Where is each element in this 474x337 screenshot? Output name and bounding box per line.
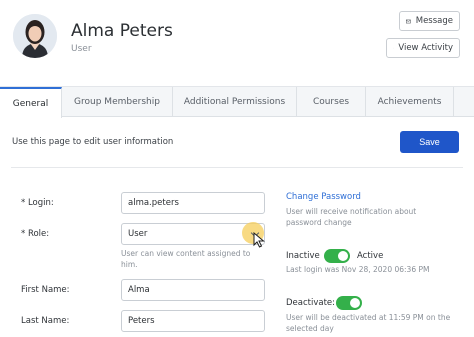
message-label: Message bbox=[415, 16, 453, 26]
save-button[interactable]: Save bbox=[400, 131, 459, 153]
tab-label: General bbox=[12, 98, 49, 109]
inactive-label: Inactive bbox=[286, 251, 320, 261]
last-name-label: Last Name: bbox=[21, 316, 70, 326]
tab-courses[interactable]: Courses bbox=[297, 87, 366, 117]
last-login-text: Last login was Nov 28, 2020 06:36 PM bbox=[286, 265, 430, 274]
deactivate-label: Deactivate: bbox=[286, 298, 336, 308]
tab-achievements[interactable]: Achievements bbox=[366, 87, 454, 117]
tab-group-membership[interactable]: Group Membership bbox=[62, 87, 173, 117]
first-name-label: First Name: bbox=[21, 285, 70, 295]
tab-bar: General Group Membership Additional Perm… bbox=[0, 86, 474, 118]
tab-label: Additional Permissions bbox=[183, 97, 286, 107]
active-toggle[interactable] bbox=[324, 249, 350, 263]
user-role: User bbox=[71, 44, 92, 54]
mouse-cursor-icon bbox=[253, 232, 265, 248]
last-name-field[interactable]: Peters bbox=[121, 310, 265, 332]
first-name-field[interactable]: Alma bbox=[121, 279, 265, 301]
login-label: * Login: bbox=[21, 198, 54, 208]
deactivate-toggle[interactable] bbox=[336, 296, 362, 310]
login-field[interactable]: alma.peters bbox=[121, 192, 265, 214]
tab-label: Achievements bbox=[377, 97, 442, 107]
deactivate-note: User will be deactivated at 11:59 PM on … bbox=[286, 313, 451, 333]
change-password-link[interactable]: Change Password bbox=[286, 192, 361, 202]
password-note: User will receive notification about pas… bbox=[286, 207, 417, 227]
view-activity-button[interactable]: View Activity bbox=[386, 38, 460, 58]
active-label: Active bbox=[357, 251, 384, 261]
tab-label: Courses bbox=[312, 97, 350, 107]
divider bbox=[11, 167, 463, 168]
envelope-icon bbox=[406, 19, 411, 23]
role-label: * Role: bbox=[21, 229, 50, 239]
tab-additional-permissions[interactable]: Additional Permissions bbox=[173, 87, 297, 117]
tab-general[interactable]: General bbox=[0, 87, 62, 118]
avatar bbox=[13, 14, 57, 58]
user-photo bbox=[13, 14, 57, 58]
tab-label: Group Membership bbox=[74, 97, 160, 107]
page-intro: Use this page to edit user information bbox=[12, 137, 174, 147]
role-helper-text: User can view content assigned to him. bbox=[121, 249, 251, 269]
profile-header: Alma Peters User Message View Activity bbox=[0, 0, 474, 85]
view-activity-label: View Activity bbox=[398, 43, 453, 53]
message-button[interactable]: Message bbox=[399, 11, 460, 31]
user-name: Alma Peters bbox=[71, 21, 173, 41]
